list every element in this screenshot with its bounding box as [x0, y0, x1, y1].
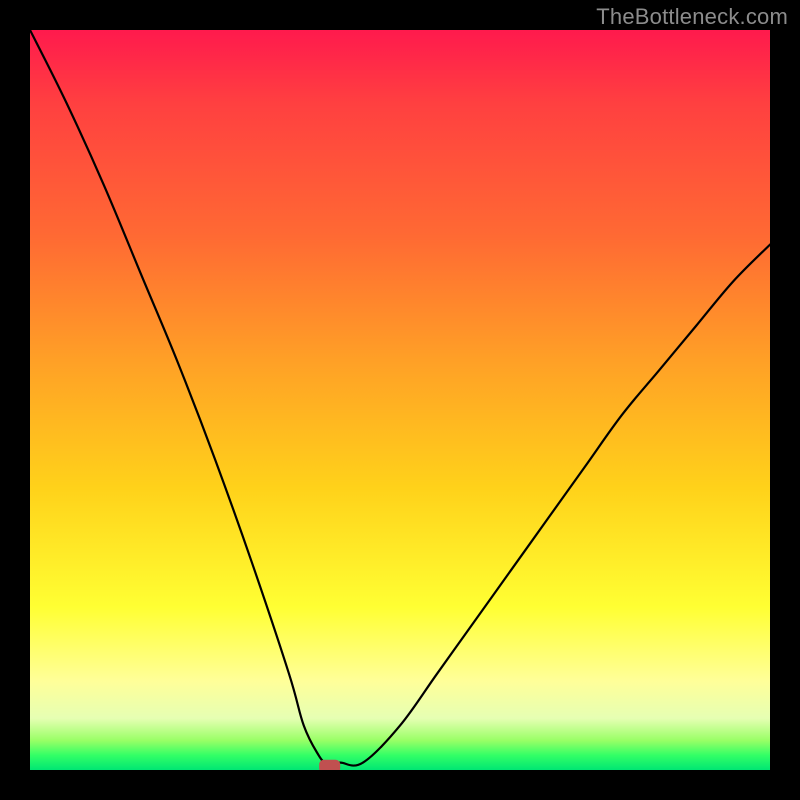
- bottleneck-curve: [30, 30, 770, 766]
- optimal-point-marker: [320, 760, 340, 770]
- chart-svg: [30, 30, 770, 770]
- chart-plot-area: [30, 30, 770, 770]
- chart-frame: TheBottleneck.com: [0, 0, 800, 800]
- watermark-text: TheBottleneck.com: [596, 4, 788, 30]
